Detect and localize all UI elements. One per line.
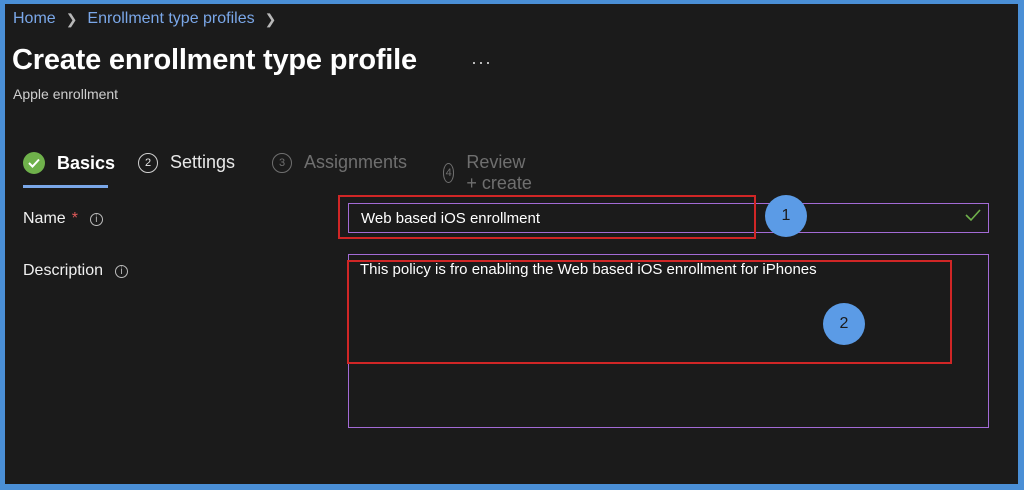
annotation-badge-2: 2: [823, 303, 865, 345]
valid-checkmark-icon: [965, 209, 981, 222]
step-number-icon: 3: [272, 152, 292, 173]
page-title: Create enrollment type profile: [12, 44, 417, 76]
step-number-icon: 4: [443, 163, 455, 183]
name-input[interactable]: [348, 203, 989, 233]
more-options-button[interactable]: ···: [471, 52, 492, 73]
tab-review-create-label: Review + create: [466, 152, 532, 193]
name-label-text: Name: [23, 210, 66, 227]
page-subtitle: Apple enrollment: [13, 86, 119, 102]
chevron-right-icon: ❯: [65, 10, 78, 27]
tab-assignments[interactable]: 3 Assignments: [272, 152, 407, 173]
info-icon[interactable]: i: [115, 264, 129, 278]
checkmark-icon: [23, 152, 45, 174]
annotation-badge-1: 1: [765, 195, 807, 237]
tab-basics-label: Basics: [57, 152, 116, 173]
app-window: Home ❯ Enrollment type profiles ❯ Create…: [5, 4, 1018, 484]
description-textarea[interactable]: This policy is fro enabling the Web base…: [348, 254, 989, 428]
description-field-label: Description i: [23, 262, 129, 280]
tab-settings-label: Settings: [170, 152, 236, 172]
step-number-icon: 2: [138, 152, 158, 173]
info-icon[interactable]: i: [89, 212, 103, 226]
breadcrumb-home-link[interactable]: Home: [13, 10, 56, 28]
tab-basics[interactable]: Basics: [23, 152, 116, 188]
tab-review-create[interactable]: 4 Review + create: [443, 152, 534, 194]
active-tab-indicator: [23, 185, 108, 188]
breadcrumb-enrollment-type-profiles-link[interactable]: Enrollment type profiles: [87, 10, 254, 28]
description-label-text: Description: [23, 262, 104, 279]
chevron-right-icon: ❯: [264, 10, 277, 27]
tab-assignments-label: Assignments: [304, 152, 408, 172]
required-indicator: *: [71, 210, 78, 227]
breadcrumb: Home ❯ Enrollment type profiles ❯: [13, 10, 286, 28]
name-field-label: Name * i: [23, 210, 103, 228]
tab-settings[interactable]: 2 Settings: [138, 152, 235, 173]
